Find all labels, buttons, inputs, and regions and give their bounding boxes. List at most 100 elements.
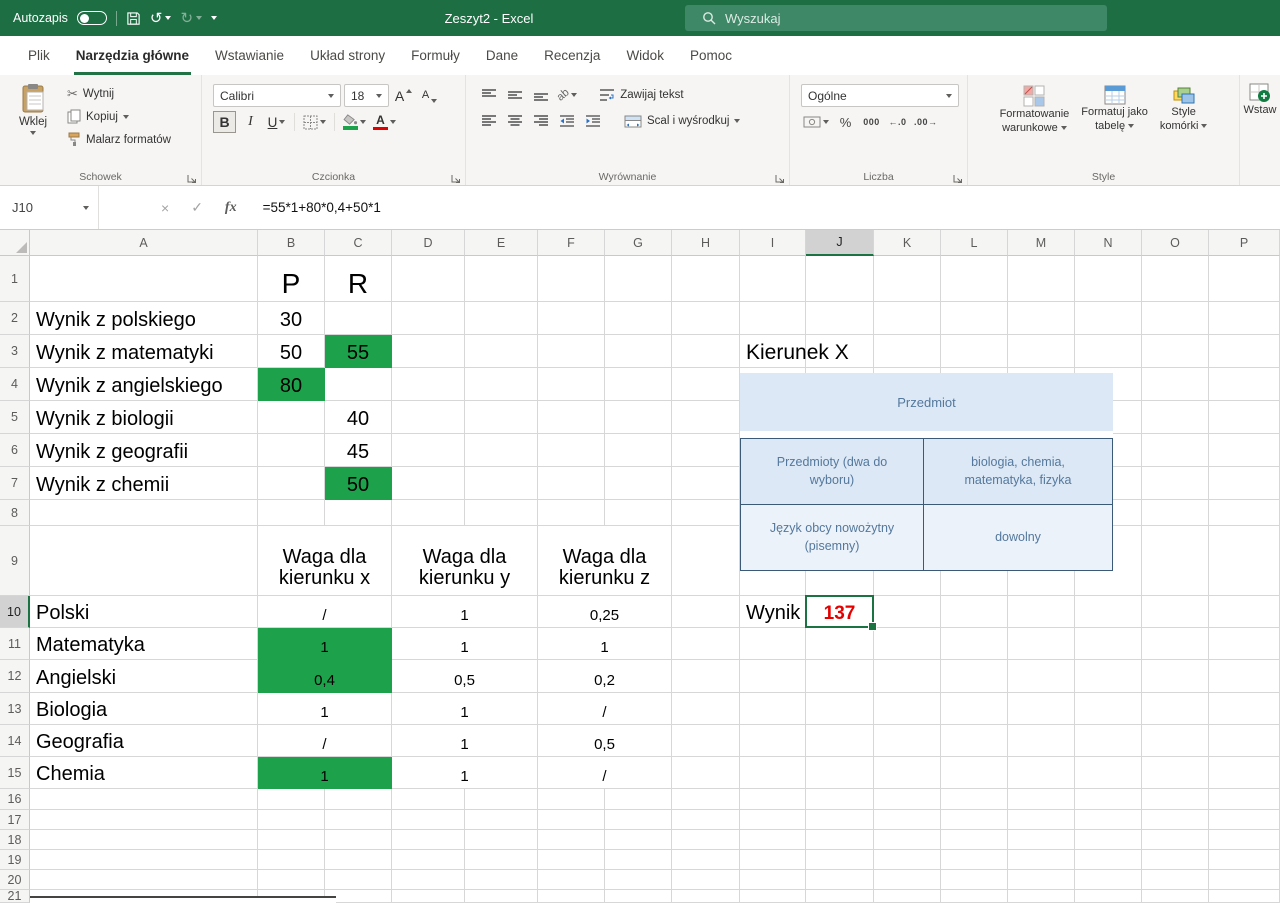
- cell-K3[interactable]: [874, 335, 941, 368]
- number-format-select[interactable]: Ogólne: [801, 84, 959, 107]
- cell-F16[interactable]: [538, 789, 605, 810]
- cell-J2[interactable]: [806, 302, 874, 335]
- cell-E17[interactable]: [465, 810, 538, 830]
- cell-L3[interactable]: [941, 335, 1008, 368]
- cell-J20[interactable]: [806, 870, 874, 890]
- cell-B14[interactable]: /: [258, 725, 392, 757]
- cell-L1[interactable]: [941, 256, 1008, 302]
- cell-A17[interactable]: [30, 810, 258, 830]
- font-dialog-launcher-icon[interactable]: [451, 171, 461, 181]
- cell-P7[interactable]: [1209, 467, 1280, 500]
- cell-J21[interactable]: [806, 890, 874, 903]
- align-top-button[interactable]: [477, 84, 500, 106]
- cell-P11[interactable]: [1209, 628, 1280, 660]
- cell-B9[interactable]: Waga dla kierunku x: [258, 526, 392, 596]
- insert-function-button[interactable]: fx: [225, 200, 237, 216]
- cell-A14[interactable]: Geografia: [30, 725, 258, 757]
- cell-A20[interactable]: [30, 870, 258, 890]
- cell-A6[interactable]: Wynik z geografii: [30, 434, 258, 467]
- cell-G4[interactable]: [605, 368, 672, 401]
- cell-G8[interactable]: [605, 500, 672, 526]
- cell-D11[interactable]: 1: [392, 628, 538, 660]
- cell-B16[interactable]: [258, 789, 325, 810]
- column-header-E[interactable]: E: [465, 230, 538, 256]
- increase-decimal-button[interactable]: ←.0: [886, 111, 909, 133]
- cell-C8[interactable]: [325, 500, 392, 526]
- cell-O21[interactable]: [1142, 890, 1209, 903]
- borders-button[interactable]: [301, 111, 328, 133]
- cell-B10[interactable]: /: [258, 596, 392, 628]
- cell-D2[interactable]: [392, 302, 465, 335]
- cell-M3[interactable]: [1008, 335, 1075, 368]
- cell-K10[interactable]: [874, 596, 941, 628]
- cell-A16[interactable]: [30, 789, 258, 810]
- orientation-button[interactable]: ab: [555, 84, 579, 106]
- tab-wstawianie[interactable]: Wstawianie: [202, 36, 297, 75]
- row-header-4[interactable]: 4: [0, 368, 30, 401]
- cell-M21[interactable]: [1008, 890, 1075, 903]
- cell-D3[interactable]: [392, 335, 465, 368]
- cell-B11[interactable]: 1: [258, 628, 392, 660]
- increase-indent-button[interactable]: [581, 110, 604, 132]
- cell-J11[interactable]: [806, 628, 874, 660]
- cell-F15[interactable]: /: [538, 757, 672, 789]
- cell-G21[interactable]: [605, 890, 672, 903]
- cell-C5[interactable]: 40: [325, 401, 392, 434]
- cell-C17[interactable]: [325, 810, 392, 830]
- cell-K11[interactable]: [874, 628, 941, 660]
- column-header-P[interactable]: P: [1209, 230, 1280, 256]
- cell-F13[interactable]: /: [538, 693, 672, 725]
- insert-cells-button[interactable]: Wstaw: [1242, 80, 1278, 117]
- cell-B15[interactable]: 1: [258, 757, 392, 789]
- cell-M11[interactable]: [1008, 628, 1075, 660]
- cell-H17[interactable]: [672, 810, 740, 830]
- row-header-8[interactable]: 8: [0, 500, 30, 526]
- cell-P6[interactable]: [1209, 434, 1280, 467]
- cell-D5[interactable]: [392, 401, 465, 434]
- cell-H2[interactable]: [672, 302, 740, 335]
- cell-E1[interactable]: [465, 256, 538, 302]
- cell-F6[interactable]: [538, 434, 605, 467]
- cell-D19[interactable]: [392, 850, 465, 870]
- cell-F9[interactable]: Waga dla kierunku z: [538, 526, 672, 596]
- cell-M17[interactable]: [1008, 810, 1075, 830]
- row-header-7[interactable]: 7: [0, 467, 30, 500]
- cell-P19[interactable]: [1209, 850, 1280, 870]
- cell-C16[interactable]: [325, 789, 392, 810]
- cell-L16[interactable]: [941, 789, 1008, 810]
- cell-P5[interactable]: [1209, 401, 1280, 434]
- cell-I19[interactable]: [740, 850, 806, 870]
- row-header-5[interactable]: 5: [0, 401, 30, 434]
- cell-N1[interactable]: [1075, 256, 1142, 302]
- cell-H3[interactable]: [672, 335, 740, 368]
- cell-H4[interactable]: [672, 368, 740, 401]
- cell-D4[interactable]: [392, 368, 465, 401]
- cell-E6[interactable]: [465, 434, 538, 467]
- copy-button[interactable]: Kopiuj: [64, 106, 174, 127]
- save-button[interactable]: [126, 11, 141, 26]
- cell-K20[interactable]: [874, 870, 941, 890]
- cell-N11[interactable]: [1075, 628, 1142, 660]
- cell-D9[interactable]: Waga dla kierunku y: [392, 526, 538, 596]
- cut-button[interactable]: ✂ Wytnij: [64, 83, 174, 104]
- embedded-picture[interactable]: Przedmiot Przedmioty (dwa do wyboru) bio…: [740, 373, 1113, 571]
- cell-O6[interactable]: [1142, 434, 1209, 467]
- cell-P4[interactable]: [1209, 368, 1280, 401]
- cell-A8[interactable]: [30, 500, 258, 526]
- cell-N17[interactable]: [1075, 810, 1142, 830]
- cell-J13[interactable]: [806, 693, 874, 725]
- cell-O9[interactable]: [1142, 526, 1209, 596]
- cell-N21[interactable]: [1075, 890, 1142, 903]
- cell-L20[interactable]: [941, 870, 1008, 890]
- column-header-B[interactable]: B: [258, 230, 325, 256]
- decrease-decimal-button[interactable]: .00→: [912, 111, 940, 133]
- cell-L14[interactable]: [941, 725, 1008, 757]
- sheet-tab-bar[interactable]: [30, 896, 336, 903]
- cell-A3[interactable]: Wynik z matematyki: [30, 335, 258, 368]
- fill-color-button[interactable]: [341, 111, 368, 133]
- customize-toolbar-button[interactable]: [211, 16, 217, 20]
- cell-L10[interactable]: [941, 596, 1008, 628]
- cell-H9[interactable]: [672, 526, 740, 596]
- cell-E18[interactable]: [465, 830, 538, 850]
- cell-F10[interactable]: 0,25: [538, 596, 672, 628]
